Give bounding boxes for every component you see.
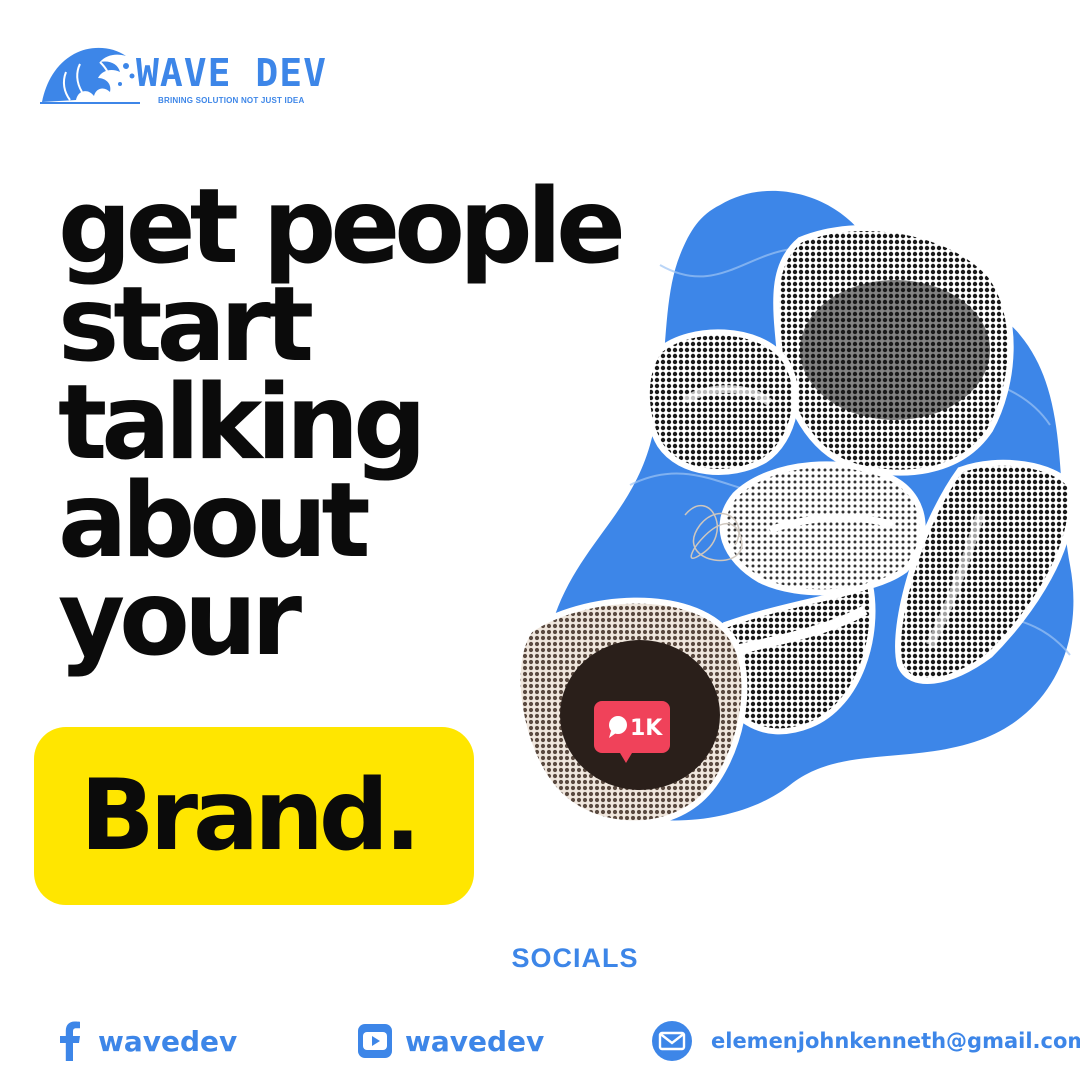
brand-highlight-text: Brand. — [80, 759, 421, 873]
wave-logo-icon — [40, 47, 140, 104]
facebook-handle: wavedev — [98, 1024, 238, 1058]
email-icon — [652, 1021, 692, 1061]
youtube-link[interactable]: wavedev — [357, 1018, 544, 1064]
email-address: elemenjohnkenneth@gmail.com — [711, 1029, 1080, 1053]
youtube-handle: wavedev — [405, 1024, 545, 1058]
youtube-icon — [358, 1024, 392, 1058]
badge-count: 1K — [630, 716, 663, 741]
facebook-link[interactable]: wavedev — [60, 1018, 237, 1064]
brand-name: WAVE DEV — [136, 51, 328, 95]
facebook-icon — [60, 1021, 80, 1061]
brand-tagline: BRINING SOLUTION NOT JUST IDEA — [158, 96, 305, 105]
mouth-image-top — [773, 224, 1014, 476]
email-link[interactable]: elemenjohnkenneth@gmail.com — [651, 1018, 1080, 1064]
mouth-image-middle — [719, 461, 926, 596]
brand-logo: WAVE DEV BRINING SOLUTION NOT JUST IDEA — [40, 40, 360, 120]
mouths-collage: 1K — [514, 190, 1075, 827]
socials-title: SOCIALS — [511, 943, 639, 973]
mouth-image-small — [643, 329, 799, 475]
